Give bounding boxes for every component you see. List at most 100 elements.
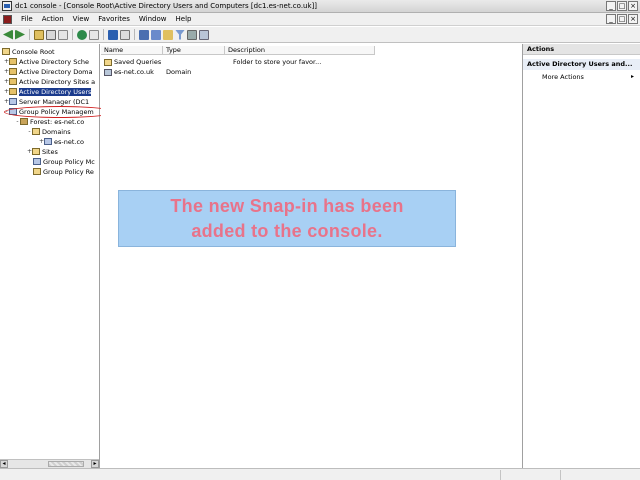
new-user-icon[interactable] <box>139 29 149 40</box>
results-icon <box>33 168 41 175</box>
status-bar <box>0 468 640 480</box>
status-segment <box>560 470 561 480</box>
row-description: Folder to store your favor... <box>233 58 322 66</box>
maximize-button[interactable]: □ <box>617 1 627 11</box>
highlight-oval <box>4 106 115 118</box>
directory-icon <box>9 58 17 65</box>
tree-item-sites[interactable]: + Sites <box>27 147 58 156</box>
folder-icon <box>32 148 40 155</box>
row-type: Domain <box>166 68 192 76</box>
scroll-left-icon[interactable]: ◂ <box>0 460 8 468</box>
tree-item-label: Active Directory Doma <box>19 67 93 76</box>
title-bar: dc1 console - [Console Root\Active Direc… <box>0 0 640 13</box>
tree-item-ad-sites[interactable]: + Active Directory Sites a <box>4 77 95 86</box>
tree-item-label: es-net.co <box>54 137 85 146</box>
server-icon <box>9 98 17 105</box>
back-icon[interactable] <box>3 29 13 40</box>
domain-icon <box>44 138 52 145</box>
help-icon[interactable] <box>108 29 118 40</box>
minimize-button[interactable]: _ <box>606 1 616 11</box>
modeling-icon <box>33 158 41 165</box>
menu-window[interactable]: Window <box>139 15 167 23</box>
directory-icon <box>9 78 17 85</box>
tree-item-label: Active Directory Users <box>19 87 92 96</box>
child-minimize-button[interactable]: _ <box>606 14 616 24</box>
row-name: es-net.co.uk <box>114 68 154 76</box>
filter-icon[interactable] <box>175 29 185 40</box>
menu-help[interactable]: Help <box>176 15 192 23</box>
tree-item-domains[interactable]: - Domains <box>27 127 70 136</box>
window-controls: _ □ × <box>606 1 638 11</box>
directory-icon <box>9 88 17 95</box>
menu-view[interactable]: View <box>73 15 90 23</box>
tree-item-label: Server Manager (DC1 <box>19 97 90 106</box>
refresh-icon[interactable] <box>77 29 87 40</box>
actions-pane: Actions Active Directory Users and... Mo… <box>522 44 640 468</box>
menu-file[interactable]: File <box>21 15 33 23</box>
tree-item-label: Active Directory Sche <box>19 57 90 66</box>
tree-item-forest[interactable]: - Forest: es-net.co <box>15 117 84 126</box>
child-close-button[interactable]: × <box>628 14 638 24</box>
more-actions-label: More Actions <box>542 73 584 81</box>
submenu-arrow-icon: ▸ <box>630 73 634 80</box>
tree-item-gp-results[interactable]: Group Policy Re <box>33 167 94 176</box>
column-header-name[interactable]: Name <box>101 46 163 55</box>
tree-item-console-root[interactable]: Console Root <box>2 47 55 56</box>
tree-item-label: Forest: es-net.co <box>30 117 85 126</box>
domain-icon <box>104 68 112 76</box>
toolbar-separator <box>72 29 73 40</box>
details-list[interactable]: Name Type Description Saved Queries Fold… <box>101 44 522 468</box>
child-window-icon[interactable] <box>3 14 12 24</box>
actions-section-header[interactable]: Active Directory Users and... <box>523 59 640 70</box>
tree-item-ad-domains[interactable]: + Active Directory Doma <box>4 67 93 76</box>
window-title: dc1 console - [Console Root\Active Direc… <box>15 2 317 10</box>
actions-title: Actions <box>523 44 640 55</box>
directory-icon <box>9 68 17 75</box>
properties-icon[interactable] <box>89 29 99 40</box>
toolbar-separator <box>29 29 30 40</box>
forward-icon[interactable] <box>15 29 25 40</box>
callout-text: The new Snap-in has been added to the co… <box>170 195 404 241</box>
scrollbar-thumb[interactable] <box>48 461 84 467</box>
scroll-right-icon[interactable]: ▸ <box>91 460 99 468</box>
menu-favorites[interactable]: Favorites <box>98 15 130 23</box>
tree-item-label: Active Directory Sites a <box>19 77 96 86</box>
menu-bar: File Action View Favorites Window Help _… <box>0 13 640 26</box>
action-pane-icon[interactable] <box>120 29 130 40</box>
column-header-type[interactable]: Type <box>163 46 225 55</box>
forest-icon <box>20 118 28 125</box>
tree-item-label: Sites <box>42 147 58 156</box>
child-restore-button[interactable]: □ <box>617 14 627 24</box>
more-actions-item[interactable]: More Actions ▸ <box>523 73 640 81</box>
toolbar-separator <box>103 29 104 40</box>
row-name: Saved Queries <box>114 58 162 66</box>
toolbar-separator <box>134 29 135 40</box>
console-app-icon[interactable] <box>2 1 12 11</box>
close-button[interactable]: × <box>628 1 638 11</box>
status-segment <box>500 470 501 480</box>
menu-action[interactable]: Action <box>42 15 64 23</box>
child-window-controls: _ □ × <box>606 14 638 24</box>
folder-icon <box>32 128 40 135</box>
tree-item-gp-modeling[interactable]: Group Policy Mc <box>33 157 95 166</box>
export-list-icon[interactable] <box>58 29 68 40</box>
show-hide-tree-icon[interactable] <box>46 29 56 40</box>
tree-item-server-manager[interactable]: + Server Manager (DC1 <box>4 97 89 106</box>
new-group-icon[interactable] <box>151 29 161 40</box>
tree-horizontal-scrollbar[interactable]: ◂ ▸ <box>0 459 99 468</box>
tree-item-label: Console Root <box>12 47 55 56</box>
new-ou-icon[interactable] <box>163 29 173 40</box>
tree-item-ad-users[interactable]: + Active Directory Users <box>4 87 92 96</box>
folder-icon <box>2 48 10 55</box>
tree-item-label: Group Policy Mc <box>43 157 95 166</box>
tree-item-domain-esnet[interactable]: + es-net.co <box>39 137 84 146</box>
find-icon[interactable] <box>187 29 197 40</box>
tree-item-ad-schema[interactable]: + Active Directory Sche <box>4 57 89 66</box>
column-header-description[interactable]: Description <box>225 46 375 55</box>
up-folder-icon[interactable] <box>34 29 44 40</box>
add-to-group-icon[interactable] <box>199 29 209 40</box>
folder-icon <box>104 58 112 66</box>
tree-item-label: Group Policy Re <box>43 167 94 176</box>
tutorial-callout: The new Snap-in has been added to the co… <box>118 190 456 247</box>
toolbar <box>0 27 640 43</box>
